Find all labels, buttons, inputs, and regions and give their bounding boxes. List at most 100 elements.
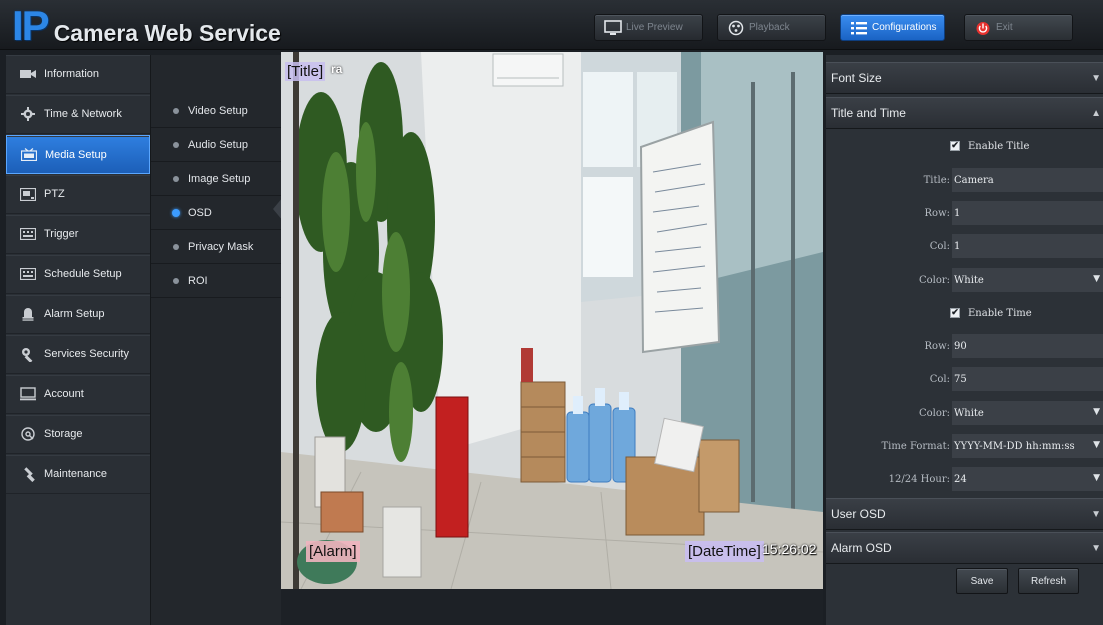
- video-footer-area: [281, 589, 823, 625]
- chevron-down-icon: ▼: [1091, 509, 1101, 520]
- schedule-icon: [18, 267, 38, 281]
- submenu-item-roi[interactable]: ROI: [151, 265, 282, 298]
- sidebar-item-label: Account: [44, 388, 84, 400]
- bell-icon: [18, 307, 38, 321]
- sidebar-item-services-security[interactable]: Services Security: [6, 335, 150, 374]
- monitor-icon: [603, 19, 623, 37]
- time-color-field-row: Color: White ▼: [826, 400, 1103, 426]
- section-title: Font Size: [831, 71, 882, 85]
- sidebar-item-trigger[interactable]: Trigger: [6, 215, 150, 254]
- exit-button[interactable]: Exit: [964, 14, 1073, 41]
- bullet-icon: [173, 108, 179, 114]
- section-title-and-time[interactable]: Title and Time ▲: [826, 97, 1103, 129]
- logo-ip-text: IP: [12, 2, 50, 49]
- section-user-osd[interactable]: User OSD ▼: [826, 498, 1103, 530]
- sidebar: Information Time & Network Media Setup P…: [6, 55, 150, 625]
- section-alarm-osd[interactable]: Alarm OSD ▼: [826, 532, 1103, 564]
- camera-icon: [18, 67, 38, 81]
- enable-time-checkbox[interactable]: ✔ Enable Time: [950, 303, 1100, 323]
- section-title: Alarm OSD: [831, 541, 892, 555]
- sidebar-item-label: Information: [44, 68, 100, 80]
- submenu-item-image-setup[interactable]: Image Setup: [151, 163, 282, 196]
- title-col-field-row: Col: 1: [826, 233, 1103, 259]
- osd-title-label[interactable]: [Title]: [285, 62, 326, 81]
- save-button[interactable]: Save: [956, 568, 1008, 594]
- bullet-icon: [173, 244, 179, 250]
- time-format-value: YYYY-MM-DD hh:mm:ss: [954, 440, 1075, 452]
- sidebar-item-label: Media Setup: [45, 148, 107, 161]
- submenu-item-label: Video Setup: [188, 105, 248, 117]
- ptz-icon: [18, 187, 38, 201]
- enable-title-checkbox[interactable]: ✔ Enable Title: [950, 136, 1100, 156]
- chevron-down-icon: ▼: [1093, 440, 1100, 450]
- section-title: Title and Time: [831, 106, 906, 120]
- playback-button[interactable]: Playback: [717, 14, 826, 41]
- submenu-item-label: ROI: [188, 275, 208, 287]
- time-row-input[interactable]: 90: [952, 334, 1103, 358]
- sidebar-item-time-network[interactable]: Time & Network: [6, 95, 150, 134]
- section-title: User OSD: [831, 507, 886, 521]
- section-font-size[interactable]: Font Size ▼: [826, 62, 1103, 94]
- osd-alarm-label[interactable]: [Alarm]: [306, 541, 360, 562]
- list-icon: [849, 19, 869, 37]
- exit-label: Exit: [996, 22, 1013, 33]
- bullet-icon: [173, 142, 179, 148]
- chevron-down-icon: ▼: [1093, 274, 1100, 284]
- playback-label: Playback: [749, 22, 790, 33]
- title-input[interactable]: Camera: [952, 168, 1103, 192]
- sidebar-item-alarm-setup[interactable]: Alarm Setup: [6, 295, 150, 334]
- submenu-item-video-setup[interactable]: Video Setup: [151, 95, 282, 128]
- chevron-down-icon: ▼: [1091, 73, 1101, 84]
- sidebar-item-ptz[interactable]: PTZ: [6, 175, 150, 214]
- sidebar-item-information[interactable]: Information: [6, 55, 150, 94]
- time-row-field-row: Row: 90: [826, 333, 1103, 359]
- osd-datetime-label[interactable]: [DateTime]: [685, 541, 764, 562]
- time-col-input[interactable]: 75: [952, 367, 1103, 391]
- sidebar-item-account[interactable]: Account: [6, 375, 150, 414]
- video-preview[interactable]: [Title] ra [Alarm] [DateTime] 15:26:02: [281, 52, 823, 589]
- media-icon: [19, 148, 39, 162]
- title-color-label: Color:: [918, 274, 950, 286]
- time-row-label: Row:: [924, 340, 950, 352]
- title-col-input[interactable]: 1: [952, 234, 1103, 258]
- hour-format-field-row: 12/24 Hour: 24 ▼: [826, 466, 1103, 492]
- time-color-label: Color:: [918, 407, 950, 419]
- submenu-item-privacy-mask[interactable]: Privacy Mask: [151, 231, 282, 264]
- refresh-button[interactable]: Refresh: [1018, 568, 1079, 594]
- hour-format-select[interactable]: 24 ▼: [952, 467, 1103, 491]
- title-color-select[interactable]: White ▼: [952, 268, 1103, 292]
- title-row-input[interactable]: 1: [952, 201, 1103, 225]
- gear-icon: [18, 107, 38, 121]
- tools-icon: [18, 466, 38, 482]
- submenu-item-osd[interactable]: OSD: [151, 197, 283, 230]
- bullet-icon: [173, 278, 179, 284]
- time-col-field-row: Col: 75: [826, 366, 1103, 392]
- checkbox-checked-icon[interactable]: ✔: [950, 308, 960, 318]
- time-color-value: White: [954, 407, 984, 419]
- submenu-item-label: Image Setup: [188, 173, 251, 185]
- time-color-select[interactable]: White ▼: [952, 401, 1103, 425]
- bullet-icon: [173, 176, 179, 182]
- power-icon: [973, 19, 993, 37]
- active-bullet-icon: [172, 209, 180, 217]
- sidebar-item-label: Schedule Setup: [44, 268, 122, 280]
- sidebar-item-maintenance[interactable]: Maintenance: [6, 455, 150, 494]
- checkbox-checked-icon[interactable]: ✔: [950, 141, 960, 151]
- monitor-icon: [18, 387, 38, 401]
- hour-format-value: 24: [954, 473, 967, 485]
- title-row-label: Row:: [924, 207, 950, 219]
- sidebar-item-schedule-setup[interactable]: Schedule Setup: [6, 255, 150, 294]
- time-col-label: Col:: [929, 373, 950, 385]
- time-format-field-row: Time Format: YYYY-MM-DD hh:mm:ss ▼: [826, 433, 1103, 459]
- submenu-item-audio-setup[interactable]: Audio Setup: [151, 129, 282, 162]
- app-logo: IP Camera Web Service: [12, 5, 281, 47]
- sidebar-item-label: Trigger: [44, 228, 79, 240]
- title-row-field-row: Row: 1: [826, 200, 1103, 226]
- trigger-icon: [18, 227, 38, 241]
- configurations-button[interactable]: Configurations: [840, 14, 945, 41]
- time-format-select[interactable]: YYYY-MM-DD hh:mm:ss ▼: [952, 434, 1103, 458]
- live-preview-button[interactable]: Live Preview: [594, 14, 703, 41]
- sidebar-item-media-setup[interactable]: Media Setup: [6, 135, 150, 174]
- header-bar: IP Camera Web Service Live Preview Playb…: [0, 0, 1103, 50]
- sidebar-item-storage[interactable]: Storage: [6, 415, 150, 454]
